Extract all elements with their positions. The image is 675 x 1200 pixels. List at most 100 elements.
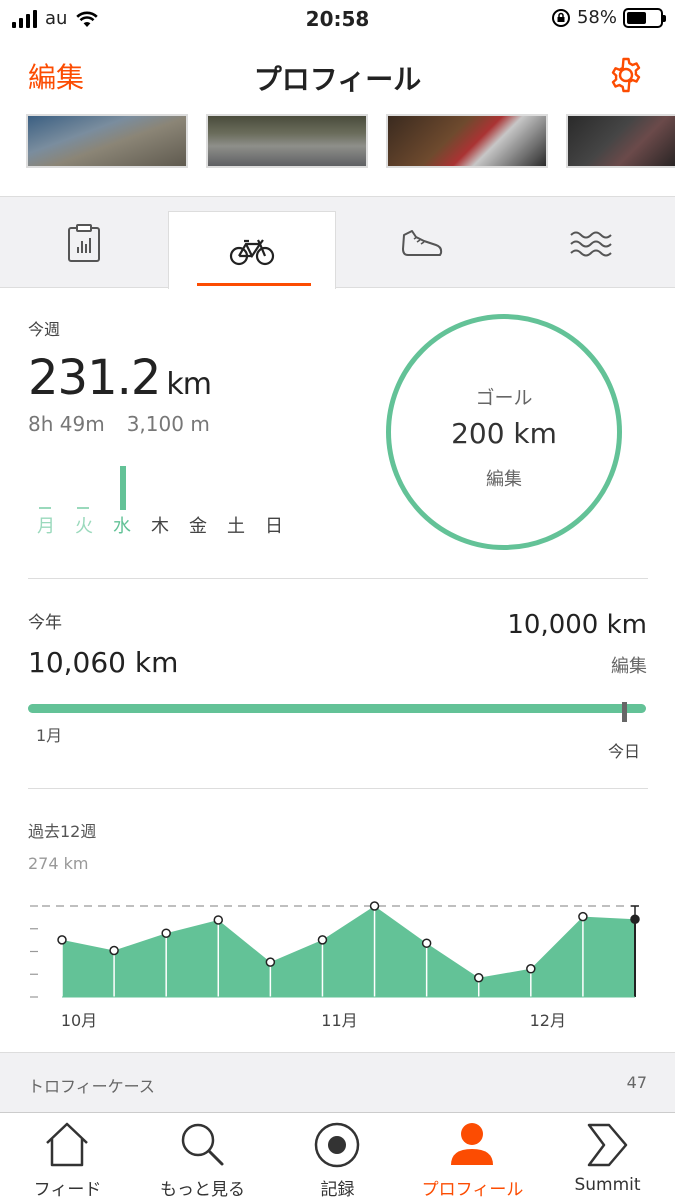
weekly-goal-ring[interactable]: ゴール 200 km 編集: [386, 314, 622, 550]
tabbar-record[interactable]: 記録: [270, 1113, 405, 1200]
divider: [28, 578, 648, 579]
data-point: [578, 911, 588, 922]
tabbar-profile[interactable]: プロフィール: [405, 1113, 540, 1200]
data-point: [213, 915, 224, 925]
tabbar-explore-label: もっと見る: [160, 1180, 245, 1200]
last-12-weeks-label: 過去12週: [28, 822, 97, 841]
day-bar-empty: [39, 507, 51, 509]
day-label: 土: [227, 516, 245, 537]
day-label: 日: [265, 516, 283, 537]
day-label: 火: [75, 516, 93, 537]
battery-icon: [623, 7, 666, 28]
day-column: 水: [104, 460, 140, 540]
bicycle-icon: [229, 238, 275, 265]
trophy-count: 47: [626, 1073, 647, 1092]
day-bar: [120, 466, 126, 510]
goal-edit-link[interactable]: 編集: [391, 465, 617, 491]
shoe-icon: [402, 230, 443, 256]
day-label: 水: [113, 516, 131, 537]
photo-lakeside[interactable]: [26, 114, 188, 168]
data-point: [421, 938, 432, 948]
x-tick-label: 10月: [61, 1011, 97, 1030]
photo-bike-closeup[interactable]: [386, 114, 548, 168]
year-start-label: 1月: [36, 726, 63, 745]
year-goal: 10,000 km: [507, 610, 647, 640]
trophy-case-row[interactable]: トロフィーケース 47: [0, 1052, 675, 1112]
record-icon: [314, 1122, 360, 1168]
nav-bar: 編集 プロフィール: [0, 40, 675, 112]
day-bar-empty: [77, 507, 89, 509]
tabbar-summit[interactable]: Summit: [540, 1113, 675, 1200]
data-point: [317, 935, 328, 945]
home-icon: [46, 1122, 88, 1167]
chart-max-label: 274 km: [28, 854, 89, 873]
x-tick-label: 12月: [530, 1011, 566, 1030]
tab-run[interactable]: [338, 197, 506, 289]
area-series: [62, 906, 635, 997]
day-label: 金: [189, 516, 207, 537]
tabbar-explore[interactable]: もっと見る: [135, 1113, 270, 1200]
battery-fill: [627, 11, 646, 24]
data-point: [161, 928, 171, 938]
photo-strip[interactable]: [0, 114, 675, 172]
tabbar-record-label: 記録: [320, 1180, 355, 1200]
battery-percent: 58%: [576, 7, 617, 28]
tabbar-summit-label: Summit: [574, 1175, 641, 1195]
day-column: 木: [142, 460, 178, 540]
tabbar-feed[interactable]: フィード: [0, 1113, 135, 1200]
week-elevation: 3,100 m: [126, 412, 210, 436]
year-goal-edit-link[interactable]: 編集: [611, 652, 647, 678]
page-title: プロフィール: [253, 63, 422, 96]
trophy-case-label: トロフィーケース: [28, 1077, 155, 1096]
year-progress-bar: [28, 704, 646, 713]
goal-label: ゴール: [475, 387, 533, 409]
tab-summary[interactable]: [0, 197, 168, 289]
status-bar: au 20:58 58%: [0, 0, 675, 40]
day-label: 月: [37, 516, 55, 537]
today-marker: [622, 702, 627, 722]
day-column: 月: [28, 460, 64, 540]
search-icon: [181, 1123, 224, 1166]
x-tick-label: 11月: [321, 1011, 357, 1030]
bottom-tab-bar: フィード もっと見る 記録 プロフィール Summit: [0, 1112, 675, 1200]
today-label: 今日: [608, 742, 641, 761]
data-point: [630, 914, 640, 925]
rotation-lock-icon: [551, 8, 570, 27]
data-point: [473, 972, 484, 983]
clipboard-icon: [68, 224, 100, 262]
active-tab-underline: [197, 283, 311, 286]
gear-icon[interactable]: [607, 56, 645, 94]
sport-tabs: [0, 196, 675, 289]
week-distance: 231.2 km: [28, 350, 212, 406]
summit-icon: [587, 1123, 628, 1167]
data-point: [526, 964, 536, 974]
data-point: [265, 957, 276, 967]
week-time: 8h 49m: [28, 412, 105, 436]
tabbar-feed-label: フィード: [33, 1180, 102, 1200]
data-point: [369, 901, 380, 911]
goal-value: 200 km: [451, 417, 557, 450]
waves-icon: [570, 231, 612, 257]
year-progress-fill: [28, 704, 646, 713]
tab-ride[interactable]: [168, 211, 336, 289]
status-right: 58%: [551, 7, 666, 28]
day-column: 火: [66, 460, 102, 540]
day-column: 日: [256, 460, 292, 540]
week-distance-unit: km: [166, 367, 212, 402]
data-point: [57, 935, 67, 945]
week-day-bars: 月火水木金土日: [28, 460, 308, 540]
week-stats: 8h 49m 3,100 m: [28, 412, 210, 436]
tabbar-profile-label: プロフィール: [421, 1180, 524, 1200]
profile-icon: [451, 1123, 493, 1165]
data-point: [109, 945, 119, 956]
photo-bike-parked[interactable]: [566, 114, 675, 168]
photo-park-road[interactable]: [206, 114, 368, 168]
tab-swim[interactable]: [507, 197, 675, 289]
day-column: 土: [218, 460, 254, 540]
day-label: 木: [151, 516, 169, 537]
year-label: 今年: [28, 613, 62, 633]
week-label: 今週: [28, 320, 61, 339]
divider: [28, 788, 648, 789]
last-12-weeks-chart[interactable]: 10月 11月 12月: [0, 880, 675, 1030]
year-distance: 10,060 km: [28, 646, 179, 679]
